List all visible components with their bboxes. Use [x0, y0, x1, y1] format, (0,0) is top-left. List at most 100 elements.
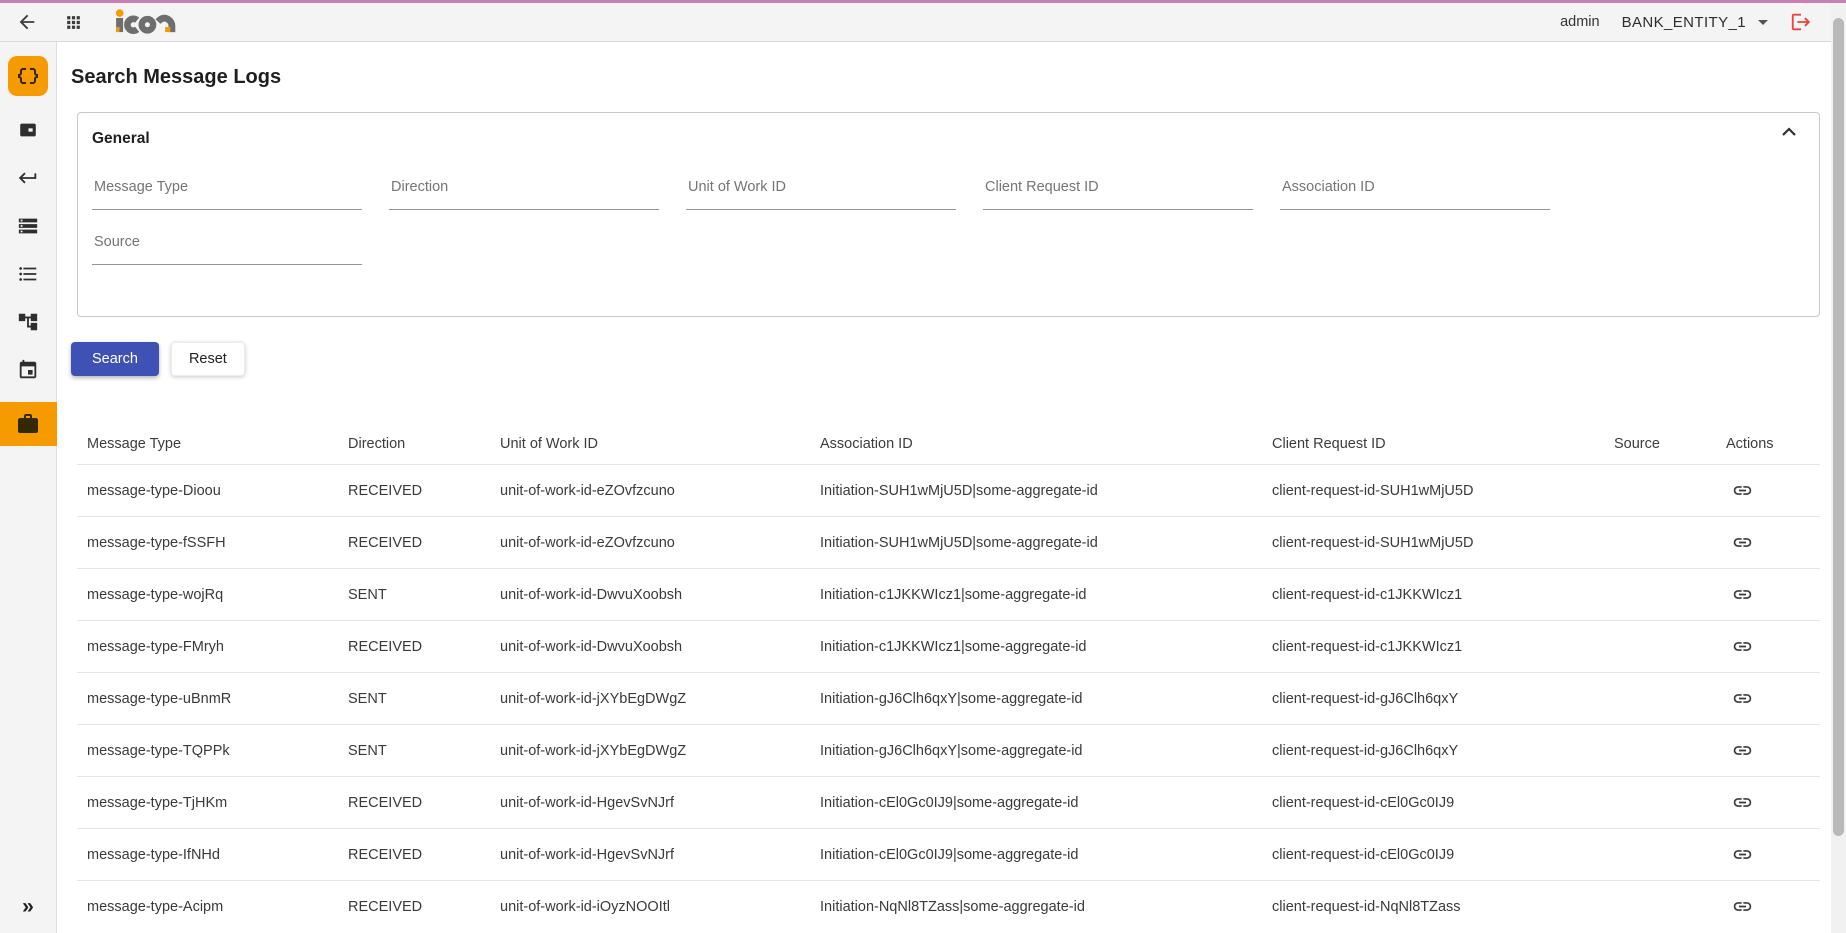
search-button[interactable]: Search: [71, 342, 159, 376]
table-row[interactable]: message-type-TjHKm RECEIVED unit-of-work…: [77, 776, 1820, 828]
cell-association-id: Initiation-cEl0Gc0IJ9|some-aggregate-id: [810, 795, 1262, 811]
double-chevron-right-icon: »: [22, 895, 34, 918]
table-row[interactable]: message-type-wojRq SENT unit-of-work-id-…: [77, 568, 1820, 620]
reset-button[interactable]: Reset: [171, 342, 245, 376]
cell-client-request-id: client-request-id-NqNl8TZass: [1262, 899, 1604, 915]
filter-field: [1280, 177, 1550, 210]
cell-direction: SENT: [338, 743, 490, 759]
filter-input-client-request-id[interactable]: [983, 177, 1253, 210]
logout-button[interactable]: [1790, 11, 1812, 33]
table-row[interactable]: message-type-TQPPk SENT unit-of-work-id-…: [77, 724, 1820, 776]
view-link-button[interactable]: [1732, 532, 1753, 553]
cell-association-id: Initiation-SUH1wMjU5D|some-aggregate-id: [810, 483, 1262, 499]
sidebar-item-calendar[interactable]: [0, 346, 57, 394]
filter-input-message-type[interactable]: [92, 177, 362, 210]
return-arrow-icon: [17, 167, 39, 189]
page-title: Search Message Logs: [71, 66, 1820, 89]
sidebar-item-briefcase[interactable]: [0, 402, 57, 446]
filters-section-title: General: [92, 130, 1799, 148]
apps-grid-button[interactable]: [56, 5, 90, 39]
cell-actions: [1716, 740, 1820, 761]
message-logs-table: Message Type Direction Unit of Work ID A…: [77, 424, 1820, 932]
main-content: Search Message Logs General Search Reset…: [57, 42, 1831, 933]
cell-client-request-id: client-request-id-SUH1wMjU5D: [1262, 535, 1604, 551]
cell-actions: [1716, 896, 1820, 917]
cell-association-id: Initiation-c1JKKWIcz1|some-aggregate-id: [810, 639, 1262, 655]
table-column-header: Client Request ID: [1262, 436, 1604, 452]
cell-actions: [1716, 480, 1820, 501]
chevron-up-icon: [1781, 127, 1797, 137]
dropdown-caret-icon: [1758, 20, 1768, 25]
collapse-panel-button[interactable]: [1781, 127, 1797, 137]
view-link-button[interactable]: [1732, 688, 1753, 709]
view-link-button[interactable]: [1732, 740, 1753, 761]
table-column-header: Message Type: [77, 436, 338, 452]
view-link-button[interactable]: [1732, 480, 1753, 501]
view-link-button[interactable]: [1732, 636, 1753, 657]
table-row[interactable]: message-type-IfNHd RECEIVED unit-of-work…: [77, 828, 1820, 880]
link-icon: [1732, 844, 1753, 865]
view-link-button[interactable]: [1732, 584, 1753, 605]
link-icon: [1732, 636, 1753, 657]
link-icon: [1732, 688, 1753, 709]
cell-unit-of-work-id: unit-of-work-id-jXYbEgDWgZ: [490, 691, 810, 707]
table-row[interactable]: message-type-fSSFH RECEIVED unit-of-work…: [77, 516, 1820, 568]
table-row[interactable]: message-type-FMryh RECEIVED unit-of-work…: [77, 620, 1820, 672]
cell-direction: SENT: [338, 691, 490, 707]
cell-direction: RECEIVED: [338, 847, 490, 863]
cell-client-request-id: client-request-id-gJ6Clh6qxY: [1262, 743, 1604, 759]
sidebar-item-return[interactable]: [0, 154, 57, 202]
filter-field: [983, 177, 1253, 210]
storage-icon: [17, 215, 39, 237]
filter-input-association-id[interactable]: [1280, 177, 1550, 210]
sidebar-expand-button[interactable]: »: [22, 895, 34, 919]
filters-panel: General: [77, 112, 1820, 317]
cell-direction: RECEIVED: [338, 639, 490, 655]
link-icon: [1732, 532, 1753, 553]
view-link-button[interactable]: [1732, 896, 1753, 917]
cell-actions: [1716, 636, 1820, 657]
cell-client-request-id: client-request-id-cEl0Gc0IJ9: [1262, 847, 1604, 863]
cell-message-type: message-type-Acipm: [77, 899, 338, 915]
view-link-button[interactable]: [1732, 792, 1753, 813]
filter-input-direction[interactable]: [389, 177, 659, 210]
cell-message-type: message-type-fSSFH: [77, 535, 338, 551]
button-row: Search Reset: [71, 342, 1820, 376]
table-body: message-type-Dioou RECEIVED unit-of-work…: [77, 464, 1820, 932]
filter-input-source[interactable]: [92, 232, 362, 265]
sidebar-item-storage[interactable]: [0, 202, 57, 250]
table-row[interactable]: message-type-Acipm RECEIVED unit-of-work…: [77, 880, 1820, 932]
sidebar-item-tree[interactable]: [0, 298, 57, 346]
cell-message-type: message-type-IfNHd: [77, 847, 338, 863]
cell-unit-of-work-id: unit-of-work-id-iOyzNOOItl: [490, 899, 810, 915]
table-column-header: Association ID: [810, 436, 1262, 452]
apps-grid-icon: [64, 13, 83, 32]
cell-message-type: message-type-wojRq: [77, 587, 338, 603]
entity-selector[interactable]: BANK_ENTITY_1: [1622, 14, 1768, 31]
cell-unit-of-work-id: unit-of-work-id-DwvuXoobsh: [490, 587, 810, 603]
cell-actions: [1716, 844, 1820, 865]
back-arrow-icon: [16, 11, 38, 33]
cell-client-request-id: client-request-id-gJ6Clh6qxY: [1262, 691, 1604, 707]
cell-association-id: Initiation-gJ6Clh6qxY|some-aggregate-id: [810, 743, 1262, 759]
table-row[interactable]: message-type-uBnmR SENT unit-of-work-id-…: [77, 672, 1820, 724]
cell-association-id: Initiation-cEl0Gc0IJ9|some-aggregate-id: [810, 847, 1262, 863]
view-link-button[interactable]: [1732, 844, 1753, 865]
vertical-scrollbar[interactable]: [1831, 3, 1846, 933]
card-panel-icon: [17, 119, 39, 141]
filter-input-unit-of-work-id[interactable]: [686, 177, 956, 210]
back-button[interactable]: [10, 5, 44, 39]
sidebar-item-card-panel[interactable]: [0, 106, 57, 154]
cell-association-id: Initiation-c1JKKWIcz1|some-aggregate-id: [810, 587, 1262, 603]
cell-client-request-id: client-request-id-c1JKKWIcz1: [1262, 639, 1604, 655]
cell-message-type: message-type-FMryh: [77, 639, 338, 655]
cell-message-type: message-type-TQPPk: [77, 743, 338, 759]
sidebar-item-list[interactable]: [0, 250, 57, 298]
sidebar-item-message-logs[interactable]: [8, 56, 48, 96]
table-row[interactable]: message-type-Dioou RECEIVED unit-of-work…: [77, 464, 1820, 516]
scrollbar-thumb[interactable]: [1833, 18, 1844, 836]
link-icon: [1732, 740, 1753, 761]
briefcase-icon: [16, 412, 40, 436]
cell-actions: [1716, 532, 1820, 553]
cell-direction: RECEIVED: [338, 483, 490, 499]
